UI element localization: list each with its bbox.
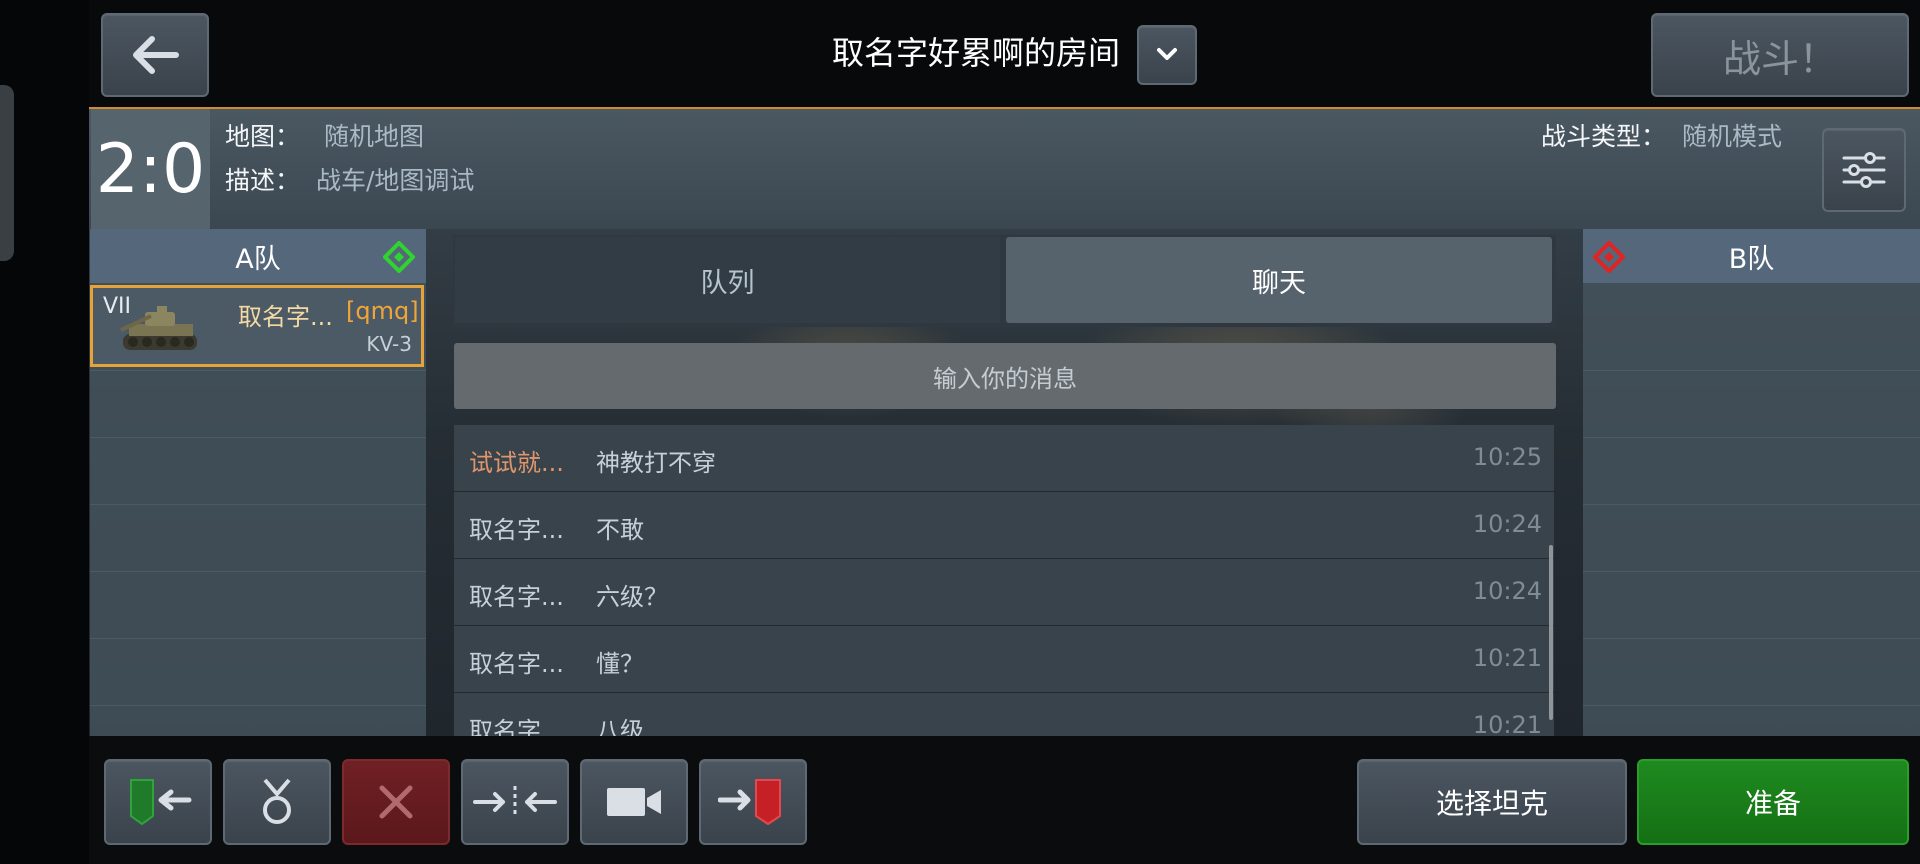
tank-thumbnail — [120, 306, 197, 350]
team-b-header: B队 — [1583, 229, 1920, 283]
kick-player-button[interactable] — [342, 759, 450, 845]
description-label: 描述： — [225, 166, 301, 195]
battle-button[interactable]: 战斗！ — [1651, 13, 1909, 97]
team-a-diamond-icon — [383, 241, 415, 273]
chat-message-input[interactable]: 输入你的消息 — [454, 343, 1556, 409]
chat-text: 神教打不穿 — [596, 449, 716, 477]
tab-queue[interactable]: 队列 — [455, 237, 1000, 323]
battle-type-label: 战斗类型： — [1541, 122, 1667, 151]
chat-message: 取名字... 不敢 10:24 — [454, 492, 1554, 559]
team-a-name: A队 — [235, 243, 281, 275]
close-x-icon — [379, 785, 413, 819]
tab-chat-label: 聊天 — [1252, 267, 1306, 299]
team-score: 2:0 — [91, 109, 210, 229]
room-title: 取名字好累啊的房间 — [831, 34, 1120, 72]
chat-message: 取名字... 八级 10:21 — [454, 693, 1554, 736]
camera-icon — [607, 788, 661, 816]
room-dropdown-button[interactable] — [1137, 25, 1197, 85]
team-b-diamond-icon — [1593, 241, 1625, 273]
chat-text: 六级？ — [596, 583, 668, 611]
chat-message: 取名字... 懂？ 10:21 — [454, 626, 1554, 693]
description-value: 战车/地图调试 — [316, 166, 475, 195]
chat-sender[interactable]: 取名字... — [469, 644, 564, 679]
ready-button[interactable]: 准备 — [1637, 759, 1909, 845]
team-b-panel — [1583, 229, 1920, 736]
chat-time: 10:25 — [1472, 443, 1542, 471]
chat-message: 取名字... 六级？ 10:24 — [454, 559, 1554, 626]
map-label: 地图： — [225, 122, 301, 151]
leave-room-button[interactable] — [699, 759, 807, 845]
join-team-icon — [130, 779, 192, 826]
back-button[interactable] — [101, 13, 209, 97]
chat-text: 不敢 — [596, 516, 644, 544]
swap-teams-button[interactable] — [461, 759, 569, 845]
select-tank-button[interactable]: 选择坦克 — [1357, 759, 1627, 845]
leave-room-icon — [718, 779, 781, 826]
swap-teams-icon — [473, 786, 557, 818]
chat-text: 懂？ — [596, 650, 644, 678]
tank-name: KV-3 — [366, 332, 412, 356]
chat-scrollbar[interactable] — [1549, 545, 1553, 720]
join-team-button[interactable] — [104, 759, 212, 845]
chat-list: 试试就... 神教打不穿 10:25 取名字... 不敢 10:24 取名字..… — [454, 425, 1554, 736]
arrow-left-icon — [133, 36, 179, 74]
team-b-name: B队 — [1728, 243, 1775, 275]
device-edge — [0, 85, 14, 261]
chat-message: 试试就... 神教打不穿 10:25 — [454, 425, 1554, 492]
battle-type-value: 随机模式 — [1682, 122, 1783, 151]
chat-text: 八级 — [596, 717, 644, 736]
chat-time: 10:24 — [1472, 577, 1542, 605]
team-a-header: A队 — [90, 229, 426, 283]
medal-icon — [263, 778, 291, 824]
spectate-button[interactable] — [580, 759, 688, 845]
chat-sender[interactable]: 试试就... — [469, 443, 564, 478]
sliders-icon — [1842, 152, 1886, 188]
medal-button[interactable] — [223, 759, 331, 845]
tab-chat[interactable]: 聊天 — [1006, 237, 1552, 323]
chat-time: 10:21 — [1472, 644, 1542, 672]
player-slot[interactable]: VII 取名字... [qmq] KV-3 — [90, 285, 424, 367]
chat-sender[interactable]: 取名字... — [469, 577, 564, 612]
chat-input-placeholder: 输入你的消息 — [933, 364, 1077, 393]
chevron-down-icon — [1157, 48, 1177, 60]
clan-tag: [qmq] — [346, 297, 419, 325]
player-name: 取名字... — [238, 303, 333, 331]
chat-sender[interactable]: 取名字... — [469, 711, 564, 736]
room-settings-button[interactable] — [1822, 128, 1906, 212]
tab-queue-label: 队列 — [700, 267, 755, 299]
map-value: 随机地图 — [324, 122, 425, 151]
chat-time: 10:21 — [1472, 711, 1542, 736]
chat-sender[interactable]: 取名字... — [469, 510, 564, 545]
center-tabs: 队列 聊天 — [453, 235, 1556, 327]
chat-time: 10:24 — [1472, 510, 1542, 538]
